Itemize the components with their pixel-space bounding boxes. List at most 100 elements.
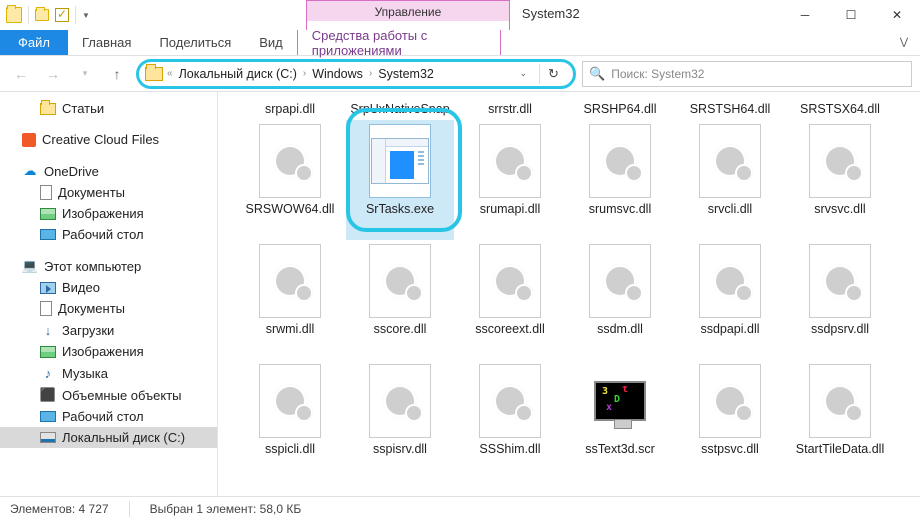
file-label: srwmi.dll bbox=[266, 322, 315, 336]
qat-properties-icon[interactable] bbox=[35, 9, 49, 21]
address-dropdown-icon[interactable]: ⌄ bbox=[511, 68, 535, 79]
breadcrumb[interactable]: Локальный диск (C:) bbox=[177, 67, 299, 81]
img-icon bbox=[40, 346, 56, 358]
tree-item[interactable]: ⬛Объемные объекты bbox=[0, 384, 217, 406]
window-title: System32 bbox=[510, 0, 782, 30]
file-item[interactable]: sspicli.dll bbox=[236, 360, 344, 480]
file-item[interactable]: StartTileData.dll bbox=[786, 360, 894, 480]
tree-item[interactable]: Документы bbox=[0, 182, 217, 203]
file-thumbnail bbox=[259, 244, 321, 318]
contextual-tab-header: Управление bbox=[307, 1, 509, 21]
tab-app-tools[interactable]: Средства работы с приложениями bbox=[297, 30, 501, 55]
refresh-button[interactable]: ↻ bbox=[539, 64, 567, 84]
file-thumbnail bbox=[809, 364, 871, 438]
file-label: sscoreext.dll bbox=[475, 322, 544, 336]
tree-item[interactable]: Документы bbox=[0, 298, 217, 319]
tree-item-label: Музыка bbox=[62, 366, 108, 381]
file-item[interactable]: srwmi.dll bbox=[236, 240, 344, 360]
dll-icon bbox=[493, 144, 527, 178]
file-list[interactable]: srpapi.dllSrpUxNativeSnapsrrstr.dllSRSHP… bbox=[218, 92, 920, 496]
tree-item-label: Изображения bbox=[62, 206, 144, 221]
file-item[interactable]: SRSWOW64.dll bbox=[236, 120, 344, 240]
dll-icon bbox=[713, 144, 747, 178]
recent-locations-icon[interactable]: ▾ bbox=[72, 61, 98, 87]
file-label: SRSTSX64.dll bbox=[800, 102, 880, 116]
file-item[interactable]: srumapi.dll bbox=[456, 120, 564, 240]
quick-access-toolbar: ▼ bbox=[0, 0, 96, 30]
chevron-icon[interactable]: « bbox=[167, 68, 173, 79]
tree-item[interactable]: Видео bbox=[0, 277, 217, 298]
dll-icon bbox=[603, 264, 637, 298]
tree-item[interactable]: ↓Загрузки bbox=[0, 319, 217, 341]
file-item[interactable]: ssdpsrv.dll bbox=[786, 240, 894, 360]
file-item[interactable]: srvcli.dll bbox=[676, 120, 784, 240]
selection-label: Выбран 1 элемент: 58,0 КБ bbox=[150, 502, 302, 516]
file-item[interactable]: ssdm.dll bbox=[566, 240, 674, 360]
tree-item[interactable]: Рабочий стол bbox=[0, 224, 217, 245]
tab-view[interactable]: Вид bbox=[245, 30, 297, 55]
file-item[interactable]: sspisrv.dll bbox=[346, 360, 454, 480]
tab-share[interactable]: Поделиться bbox=[145, 30, 245, 55]
tree-item[interactable]: 💻Этот компьютер bbox=[0, 255, 217, 277]
address-bar[interactable]: « Локальный диск (C:) › Windows › System… bbox=[136, 59, 576, 89]
file-item[interactable]: SrTasks.exe bbox=[346, 120, 454, 240]
search-input[interactable]: 🔍 Поиск: System32 bbox=[582, 61, 912, 87]
close-button[interactable]: ✕ bbox=[874, 0, 920, 30]
tree-item-label: Статьи bbox=[62, 101, 104, 116]
tree-item-label: Рабочий стол bbox=[62, 227, 144, 242]
tree-item[interactable]: Локальный диск (C:) bbox=[0, 427, 217, 448]
minimize-button[interactable]: ─ bbox=[782, 0, 828, 30]
app-icon bbox=[6, 7, 22, 23]
tree-item[interactable]: Creative Cloud Files bbox=[0, 129, 217, 150]
file-thumbnail bbox=[369, 244, 431, 318]
file-thumbnail bbox=[479, 364, 541, 438]
file-label: ssText3d.scr bbox=[585, 442, 654, 456]
file-item[interactable]: srumsvc.dll bbox=[566, 120, 674, 240]
file-item[interactable]: sstpsvc.dll bbox=[676, 360, 784, 480]
tree-item-label: Загрузки bbox=[62, 323, 114, 338]
tree-item[interactable]: Изображения bbox=[0, 341, 217, 362]
tree-item[interactable]: ♪Музыка bbox=[0, 362, 217, 384]
file-item[interactable]: srvsvc.dll bbox=[786, 120, 894, 240]
breadcrumb[interactable]: Windows bbox=[310, 67, 365, 81]
file-label: srvsvc.dll bbox=[814, 202, 865, 216]
breadcrumb[interactable]: System32 bbox=[376, 67, 436, 81]
file-item[interactable]: srrstr.dll bbox=[456, 96, 564, 120]
search-icon: 🔍 bbox=[589, 66, 605, 82]
file-item[interactable]: sscoreext.dll bbox=[456, 240, 564, 360]
file-thumbnail bbox=[479, 244, 541, 318]
file-item[interactable]: 3DtxssText3d.scr bbox=[566, 360, 674, 480]
maximize-button[interactable]: ☐ bbox=[828, 0, 874, 30]
navigation-pane[interactable]: СтатьиCreative Cloud Files☁OneDriveДокум… bbox=[0, 92, 218, 496]
file-thumbnail bbox=[809, 244, 871, 318]
qat-check-icon[interactable] bbox=[55, 8, 69, 22]
back-button[interactable]: ← bbox=[8, 61, 34, 87]
file-item[interactable]: SSShim.dll bbox=[456, 360, 564, 480]
chevron-right-icon[interactable]: › bbox=[369, 68, 372, 79]
dll-icon bbox=[713, 264, 747, 298]
tree-item[interactable]: Изображения bbox=[0, 203, 217, 224]
chevron-right-icon[interactable]: › bbox=[303, 68, 306, 79]
tab-home[interactable]: Главная bbox=[68, 30, 145, 55]
tree-item-label: Этот компьютер bbox=[44, 259, 141, 274]
status-bar: Элементов: 4 727 Выбран 1 элемент: 58,0 … bbox=[0, 496, 920, 520]
tree-item[interactable]: Статьи bbox=[0, 98, 217, 119]
file-item[interactable]: SRSTSH64.dll bbox=[676, 96, 784, 120]
file-item[interactable]: sscore.dll bbox=[346, 240, 454, 360]
file-item[interactable]: SRSTSX64.dll bbox=[786, 96, 894, 120]
file-label: sspisrv.dll bbox=[373, 442, 427, 456]
file-tab[interactable]: Файл bbox=[0, 30, 68, 55]
file-item[interactable]: SrpUxNativeSnap bbox=[346, 96, 454, 120]
file-label: ssdpsrv.dll bbox=[811, 322, 869, 336]
contextual-tab-group: Управление bbox=[306, 0, 510, 30]
ribbon-toggle-icon[interactable]: ⋁ bbox=[888, 30, 920, 55]
tree-item[interactable]: ☁OneDrive bbox=[0, 160, 217, 182]
dll-icon bbox=[493, 264, 527, 298]
file-item[interactable]: SRSHP64.dll bbox=[566, 96, 674, 120]
file-item[interactable]: ssdpapi.dll bbox=[676, 240, 784, 360]
tree-item[interactable]: Рабочий стол bbox=[0, 406, 217, 427]
qat-customize-icon[interactable]: ▼ bbox=[82, 11, 90, 20]
file-item[interactable]: srpapi.dll bbox=[236, 96, 344, 120]
up-button[interactable]: ↑ bbox=[104, 61, 130, 87]
forward-button[interactable]: → bbox=[40, 61, 66, 87]
